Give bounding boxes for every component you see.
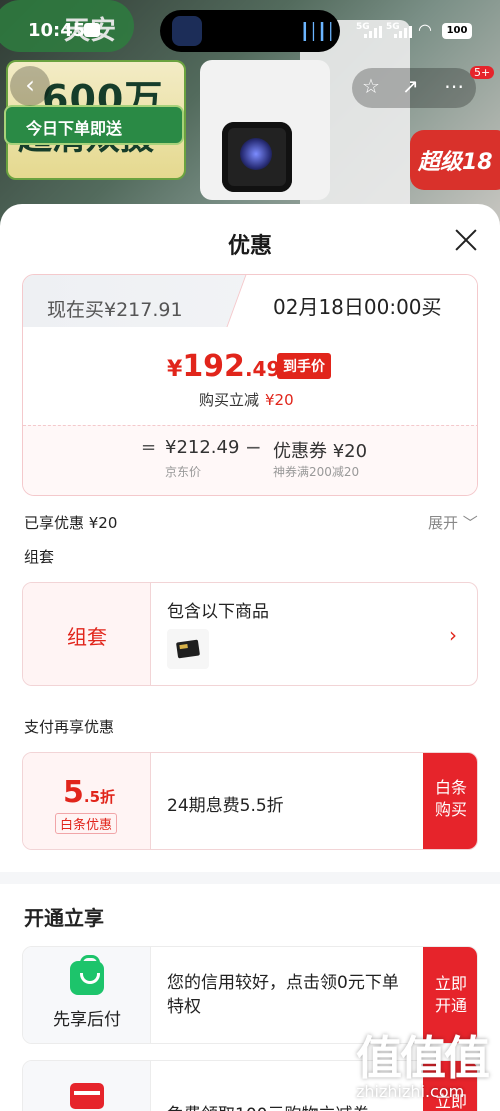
share-icon[interactable]: ↗: [402, 74, 419, 98]
shopping-bag-icon: [70, 955, 104, 995]
back-button[interactable]: ‹: [10, 66, 50, 106]
status-time: 10:45: [28, 20, 86, 41]
credit-card-icon: [70, 1083, 104, 1109]
sheet-title: 优惠: [227, 234, 272, 259]
minus-sign: −: [245, 435, 262, 459]
bundle-tag: 组套: [67, 625, 107, 649]
app-icon: [172, 16, 202, 46]
section-divider: [0, 872, 500, 884]
final-price-tag: 到手价: [277, 353, 331, 379]
buy-later-tab[interactable]: 02月18日00:00买: [273, 291, 442, 320]
baitiao-left: 5.5折 白条优惠: [23, 753, 151, 849]
jd-price: ¥212.49: [165, 437, 240, 458]
enjoyed-discount: 已享优惠 ¥20: [24, 514, 118, 532]
top-actions: ☆ ↗ ⋯: [352, 68, 476, 108]
camera-eye: [240, 138, 272, 170]
wifi-icon: ◠: [418, 20, 432, 39]
status-bar: 10:45 ┃│┃│ 5G 5G ◠ 100: [0, 0, 500, 60]
coupon-value: 优惠券 ¥20: [273, 441, 368, 462]
sd-card-icon: [175, 639, 201, 659]
discount-rate: 5.5折: [63, 775, 116, 810]
telegram-icon: [84, 23, 100, 37]
expand-button[interactable]: 展开 ﹀: [428, 512, 478, 533]
banner-tag: 今日下单即送: [4, 105, 184, 145]
buy-now-tab[interactable]: 现在买¥217.91: [47, 295, 183, 322]
baitiao-card: 5.5折 白条优惠 24期息费5.5折 白条 购买: [22, 752, 478, 850]
final-price: ¥192.49: [167, 349, 281, 384]
watermark-logo: 值值值: [356, 1031, 490, 1085]
more-icon[interactable]: ⋯: [444, 74, 464, 98]
price-card: 现在买¥217.91 02月18日00:00买 ¥192.49 到手价 购买立减…: [22, 274, 478, 496]
favorite-icon[interactable]: ☆: [362, 74, 380, 98]
battery-icon: 100: [442, 23, 472, 39]
equals-sign: =: [141, 437, 157, 458]
site-watermark: 值值值 zhizhizhi.com: [350, 1020, 500, 1111]
bundle-card[interactable]: 组套 包含以下商品 ›: [22, 582, 478, 686]
message-count-badge: 5+: [470, 66, 495, 79]
pay-later-text: 您的信用较好，点击领0元下单特权: [167, 973, 399, 1017]
discount-sheet: 优惠 现在买¥217.91 02月18日00:00买 ¥192.49 到手价 购…: [0, 204, 500, 1111]
close-button[interactable]: [450, 224, 482, 256]
jd-price-label: 京东价: [165, 465, 202, 479]
watermark-url: zhizhizhi.com: [356, 1082, 465, 1101]
promo-badge: 超级18: [410, 130, 500, 190]
bundle-title: 包含以下商品: [167, 602, 269, 622]
discount-label: 白条优惠: [55, 813, 118, 834]
pay-later-name: 先享后付: [53, 1010, 121, 1030]
bundle-section-label: 组套: [24, 548, 55, 566]
audio-wave-icon: ┃│┃│: [300, 22, 336, 41]
signal-icon-1: [364, 26, 382, 38]
reduce-line: 购买立减 ¥20: [199, 391, 294, 409]
pay-section-label: 支付再享优惠: [24, 718, 115, 736]
voucher-left: [23, 1061, 151, 1111]
open-section-title: 开通立享: [24, 906, 104, 930]
baitiao-buy-button[interactable]: 白条 购买: [423, 753, 477, 849]
coupon-label: 神券满200减20: [273, 465, 360, 479]
chevron-right-icon[interactable]: ›: [449, 623, 457, 647]
bundle-left: 组套: [23, 583, 151, 685]
pay-later-left: 先享后付: [23, 947, 151, 1043]
signal-icon-2: [394, 26, 412, 38]
installment-text: 24期息费5.5折: [167, 796, 284, 816]
dynamic-island[interactable]: ┃│┃│: [160, 10, 340, 52]
